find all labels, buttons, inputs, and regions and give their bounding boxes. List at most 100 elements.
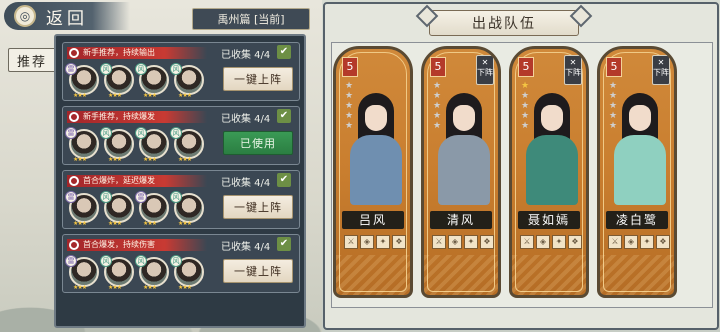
star-rating: ★★★ (73, 92, 87, 99)
hero-avatar[interactable]: 雷 ★★★ (65, 255, 99, 291)
hero-card[interactable]: 5 ★ ★ ★ ★ ★ 吕风 ⚔ ◈ ✦ ❖ (333, 46, 413, 298)
hero-avatar[interactable]: 雷 ★★★ (65, 63, 99, 99)
preset-heroes: 雷 ★★★ 风 ★★★ 风 ★★★ 风 ★★★ (65, 255, 204, 291)
equipment-icon[interactable]: ✦ (552, 235, 566, 249)
remove-button[interactable]: ✕ 下阵 (652, 55, 670, 85)
equipment-icon[interactable]: ❖ (656, 235, 670, 249)
preset-tag: 新手推荐，持续爆发 (67, 111, 207, 123)
preset-tag: 首合爆炸，延迟爆发 (67, 175, 207, 187)
close-icon: ✕ (657, 58, 665, 67)
element-badge: 风 (170, 127, 182, 139)
check-icon: ✔ (277, 109, 291, 123)
portrait-face (541, 105, 563, 131)
element-badge: 风 (170, 63, 182, 75)
star-rating: ★★★ (178, 92, 192, 99)
chapter-selector[interactable]: 禹州篇 [当前] (192, 8, 310, 30)
hero-card[interactable]: 5 ★ ★ ★ ★ ★ ✕ 下阵 聂如嫣 ⚔ ◈ ✦ ❖ (509, 46, 589, 298)
preset-tag-label: 首合爆发，持续伤害 (83, 240, 155, 249)
hero-name: 吕风 (342, 211, 404, 229)
equipment-icon[interactable]: ❖ (392, 235, 406, 249)
portrait-body (614, 135, 666, 205)
equipment-icon[interactable]: ◈ (360, 235, 374, 249)
hero-avatar[interactable]: 风 ★★★ (170, 63, 204, 99)
check-icon: ✔ (277, 237, 291, 251)
star-rating: ★★★ (143, 220, 157, 227)
equipment-row: ⚔ ◈ ✦ ❖ (520, 235, 582, 249)
equipment-icon[interactable]: ⚔ (608, 235, 622, 249)
search-icon (69, 112, 79, 122)
search-icon (69, 48, 79, 58)
hero-portrait (610, 85, 670, 205)
hero-name: 聂如嫣 (518, 211, 580, 229)
equipment-icon[interactable]: ❖ (480, 235, 494, 249)
search-icon (69, 240, 79, 250)
hero-avatar[interactable]: 风 ★★★ (100, 63, 134, 99)
equipment-icon[interactable]: ✦ (376, 235, 390, 249)
remove-button[interactable]: ✕ 下阵 (564, 55, 582, 85)
deploy-all-button[interactable]: 一键上阵 (223, 67, 293, 91)
deploy-all-button[interactable]: 一键上阵 (223, 259, 293, 283)
close-icon: ✕ (481, 58, 489, 67)
remove-label: 下阵 (653, 68, 669, 77)
preset-tag: 新手推荐，持续输出 (67, 47, 207, 59)
hero-avatar[interactable]: 风 ★★★ (170, 127, 204, 163)
equipment-row: ⚔ ◈ ✦ ❖ (432, 235, 494, 249)
hero-avatar[interactable]: 风 ★★★ (100, 127, 134, 163)
star-rating: ★★★ (143, 92, 157, 99)
collected-count: 已收集 4/4 (221, 242, 271, 253)
hero-avatar[interactable]: 风 ★★★ (100, 191, 134, 227)
used-button[interactable]: 已使用 (223, 131, 293, 155)
team-cards: 5 ★ ★ ★ ★ ★ 吕风 ⚔ ◈ ✦ ❖ 5 ★ ★ ★ ★ ★ ✕ 下阵 清风 ⚔ ◈ ✦ (333, 46, 677, 298)
star-rating: ★★★ (143, 156, 157, 163)
element-badge: 雷 (135, 191, 147, 203)
collected-count: 已收集 4/4 (221, 114, 271, 125)
element-badge: 雷 (65, 255, 77, 267)
preset-card: 首合爆发，持续伤害 已收集 4/4 ✔ 雷 ★★★ 风 ★★★ 风 ★★★ 风 (62, 234, 300, 293)
star-rating: ★★★ (73, 156, 87, 163)
back-button[interactable]: ◎ 返回 (4, 2, 130, 30)
level-badge: 5 (518, 57, 534, 77)
hero-avatar[interactable]: 风 ★★★ (135, 255, 169, 291)
preset-tag-label: 首合爆炸，延迟爆发 (83, 176, 155, 185)
remove-label: 下阵 (565, 68, 581, 77)
preset-card: 新手推荐，持续输出 已收集 4/4 ✔ 雷 ★★★ 风 ★★★ 风 ★★★ 风 (62, 42, 300, 101)
equipment-icon[interactable]: ❖ (568, 235, 582, 249)
remove-label: 下阵 (477, 68, 493, 77)
equipment-icon[interactable]: ✦ (640, 235, 654, 249)
equipment-icon[interactable]: ◈ (448, 235, 462, 249)
element-badge: 雷 (65, 63, 77, 75)
deploy-all-button[interactable]: 一键上阵 (223, 195, 293, 219)
remove-button[interactable]: ✕ 下阵 (476, 55, 494, 85)
equipment-icon[interactable]: ◈ (624, 235, 638, 249)
element-badge: 风 (100, 255, 112, 267)
equipment-icon[interactable]: ⚔ (520, 235, 534, 249)
equipment-icon[interactable]: ⚔ (432, 235, 446, 249)
preset-card: 新手推荐，持续爆发 已收集 4/4 ✔ 雷 ★★★ 风 ★★★ 风 ★★★ 风 (62, 106, 300, 165)
hero-avatar[interactable]: 风 ★★★ (135, 63, 169, 99)
equipment-icon[interactable]: ⚔ (344, 235, 358, 249)
back-label: 返回 (46, 8, 88, 29)
hero-card[interactable]: 5 ★ ★ ★ ★ ★ ✕ 下阵 凌白鹭 ⚔ ◈ ✦ ❖ (597, 46, 677, 298)
hero-avatar[interactable]: 雷 ★★★ (65, 191, 99, 227)
star-rating: ★★★ (178, 220, 192, 227)
hero-avatar[interactable]: 风 ★★★ (170, 191, 204, 227)
hero-avatar[interactable]: 雷 ★★★ (65, 127, 99, 163)
hero-portrait (434, 85, 494, 205)
hero-card[interactable]: 5 ★ ★ ★ ★ ★ ✕ 下阵 清风 ⚔ ◈ ✦ ❖ (421, 46, 501, 298)
preset-card: 首合爆炸，延迟爆发 已收集 4/4 ✔ 雷 ★★★ 风 ★★★ 雷 ★★★ 风 (62, 170, 300, 229)
element-badge: 风 (135, 127, 147, 139)
preset-heroes: 雷 ★★★ 风 ★★★ 风 ★★★ 风 ★★★ (65, 127, 204, 163)
close-icon: ✕ (569, 58, 577, 67)
collected-count: 已收集 4/4 (221, 50, 271, 61)
hero-avatar[interactable]: 雷 ★★★ (135, 191, 169, 227)
element-badge: 风 (170, 255, 182, 267)
equipment-icon[interactable]: ◈ (536, 235, 550, 249)
tab-recommend[interactable]: 推荐 (8, 48, 56, 72)
preset-tag-label: 新手推荐，持续输出 (83, 48, 155, 57)
hero-avatar[interactable]: 风 ★★★ (170, 255, 204, 291)
hero-avatar[interactable]: 风 ★★★ (100, 255, 134, 291)
star-rating: ★★★ (108, 220, 122, 227)
hero-avatar[interactable]: 风 ★★★ (135, 127, 169, 163)
hero-portrait (346, 85, 406, 205)
equipment-icon[interactable]: ✦ (464, 235, 478, 249)
